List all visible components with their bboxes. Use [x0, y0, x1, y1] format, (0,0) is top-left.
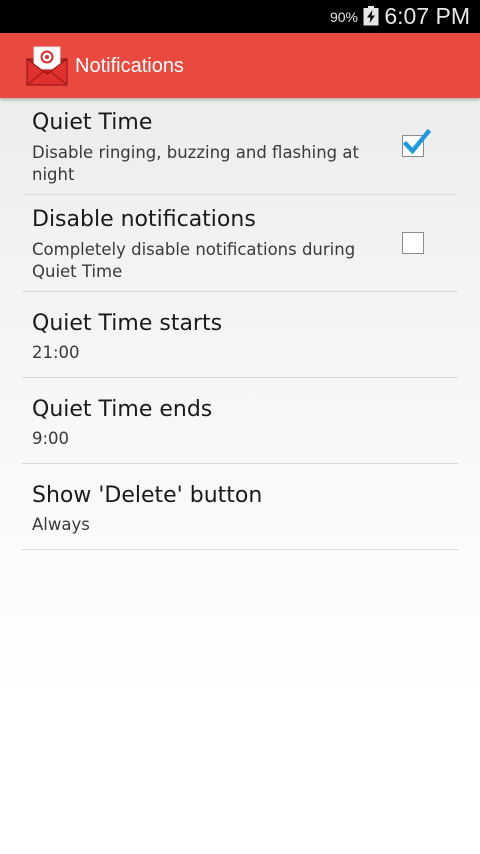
setting-title: Quiet Time [32, 110, 153, 135]
setting-quiet-time-starts[interactable]: Quiet Time starts 21:00 [22, 292, 458, 378]
mail-envelope-icon[interactable] [25, 45, 69, 87]
battery-charging-icon [363, 6, 379, 26]
action-bar: Notifications [0, 33, 480, 98]
setting-summary: Disable ringing, buzzing and flashing at… [32, 143, 359, 184]
status-bar: 90% 6:07 PM [0, 0, 480, 33]
quiet-time-checkbox[interactable] [402, 128, 431, 157]
setting-title: Quiet Time starts [32, 311, 223, 336]
battery-percent: 90% [329, 9, 358, 25]
setting-value: 9:00 [32, 429, 70, 448]
clock: 6:07 PM [384, 3, 470, 29]
setting-disable-notifications[interactable]: Disable notifications Completely disable… [22, 195, 458, 292]
settings-list: Quiet Time Disable ringing, buzzing and … [22, 98, 458, 550]
setting-title: Quiet Time ends [32, 397, 213, 422]
checkmark-icon [402, 128, 431, 155]
setting-value: Always [32, 515, 90, 534]
setting-summary: Completely disable notifications during … [32, 240, 356, 281]
setting-value: 21:00 [32, 343, 80, 362]
setting-show-delete-button[interactable]: Show 'Delete' button Always [22, 464, 458, 550]
page-title: Notifications [75, 55, 184, 77]
disable-notifications-checkbox[interactable] [402, 232, 424, 254]
setting-title: Show 'Delete' button [32, 483, 263, 508]
setting-quiet-time-ends[interactable]: Quiet Time ends 9:00 [22, 378, 458, 464]
setting-title: Disable notifications [32, 207, 256, 232]
setting-quiet-time[interactable]: Quiet Time Disable ringing, buzzing and … [22, 98, 458, 195]
